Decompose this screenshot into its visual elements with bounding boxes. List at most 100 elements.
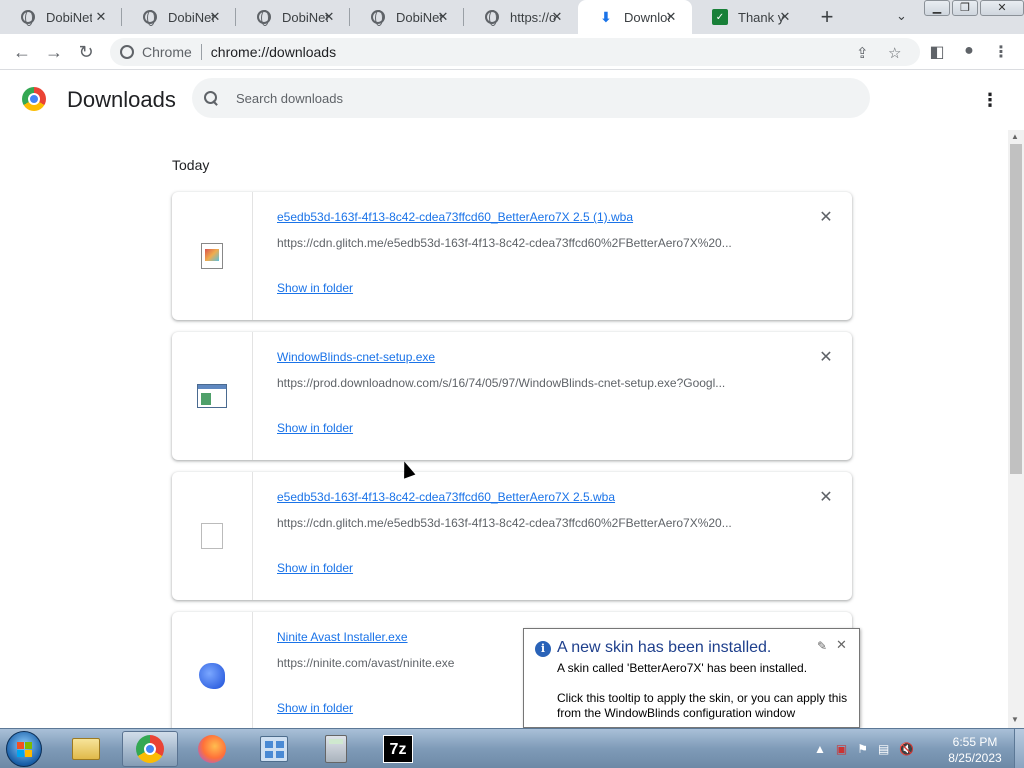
search-input[interactable] xyxy=(236,90,836,106)
show-hidden-icons-arrow-icon[interactable]: ▲ xyxy=(814,742,826,756)
firefox-icon xyxy=(198,735,226,763)
window-close-button[interactable]: ✕ xyxy=(980,0,1024,16)
download-item: e5edb53d-163f-4f13-8c42-cdea73ffcd60_Bet… xyxy=(172,472,852,600)
download-item: WindowBlinds-cnet-setup.exe https://prod… xyxy=(172,332,852,460)
chrome-icon xyxy=(136,735,164,763)
action-center-flag-icon[interactable]: ⚑ xyxy=(857,742,868,756)
system-tray: ▲ ▣ ⚑ ▤ 🔇 xyxy=(814,733,924,765)
file-name-link[interactable]: Ninite Avast Installer.exe xyxy=(277,630,408,644)
notification-text: Click this tooltip to apply the skin, or… xyxy=(557,691,848,705)
profile-avatar-icon[interactable]: ● xyxy=(959,42,979,60)
close-icon[interactable]: ✕ xyxy=(550,10,564,24)
volume-muted-icon[interactable]: 🔇 xyxy=(899,742,914,756)
share-icon[interactable]: ⇪ xyxy=(856,44,869,62)
clock-date: 8/25/2023 xyxy=(948,751,1002,765)
notification-text: from the WindowBlinds configuration wind… xyxy=(557,706,796,720)
source-url[interactable]: https://cdn.glitch.me/e5edb53d-163f-4f13… xyxy=(277,236,777,250)
forward-arrow-icon[interactable]: → xyxy=(44,42,64,62)
chrome-menu-icon[interactable]: ⋮ xyxy=(991,42,1011,62)
back-arrow-icon[interactable]: ← xyxy=(12,42,32,62)
globe-icon xyxy=(142,9,158,26)
source-url[interactable]: https://cdn.glitch.me/e5edb53d-163f-4f13… xyxy=(277,516,777,530)
tab-dobinet-3[interactable]: DobiNet ✕ xyxy=(236,0,350,34)
close-icon[interactable]: ✕ xyxy=(208,10,222,24)
globe-icon xyxy=(20,9,36,26)
close-icon[interactable]: ✕ xyxy=(778,10,792,24)
remove-from-list-icon[interactable]: ✕ xyxy=(816,488,836,508)
taskbar-firefox[interactable] xyxy=(184,731,240,767)
start-button[interactable] xyxy=(6,731,42,767)
page-title: Downloads xyxy=(67,87,176,112)
network-icon[interactable]: ▤ xyxy=(878,742,889,756)
file-icon-column xyxy=(172,612,253,728)
tab-https[interactable]: https://ol ✕ xyxy=(464,0,578,34)
file-name-link[interactable]: e5edb53d-163f-4f13-8c42-cdea73ffcd60_Bet… xyxy=(277,210,633,224)
globe-icon xyxy=(484,9,500,26)
pin-icon[interactable]: ✎ xyxy=(817,639,827,653)
site-info[interactable]: Chrome xyxy=(120,44,192,60)
close-icon[interactable]: ✕ xyxy=(836,637,847,653)
taskbar-control-panel[interactable] xyxy=(246,731,302,767)
globe-icon xyxy=(256,9,272,26)
close-icon[interactable]: ✕ xyxy=(94,10,108,24)
close-icon[interactable]: ✕ xyxy=(436,10,450,24)
source-url[interactable]: https://prod.downloadnow.com/s/16/74/05/… xyxy=(277,376,777,390)
tab-dobinet-1[interactable]: DobiNet ✕ xyxy=(0,0,122,34)
7zip-icon: 7z xyxy=(383,735,413,763)
skin-installed-notification[interactable]: i A new skin has been installed. A skin … xyxy=(523,628,860,728)
reload-icon[interactable]: ↻ xyxy=(76,42,96,62)
date-heading: Today xyxy=(172,157,210,173)
file-name-link[interactable]: e5edb53d-163f-4f13-8c42-cdea73ffcd60_Bet… xyxy=(277,490,615,504)
tab-downloads[interactable]: ⬇ Downloa ✕ xyxy=(578,0,692,34)
file-name-link[interactable]: WindowBlinds-cnet-setup.exe xyxy=(277,350,435,364)
chrome-logo-icon xyxy=(22,87,46,111)
remove-from-list-icon[interactable]: ✕ xyxy=(816,348,836,368)
address-bar[interactable]: Chrome chrome://downloads ⇪ ☆ xyxy=(110,38,920,66)
window-controls: ▁ ❐ ✕ xyxy=(922,0,1024,16)
new-tab-icon[interactable]: + xyxy=(816,6,838,28)
bookmark-star-icon[interactable]: ☆ xyxy=(888,44,901,62)
taskbar-file-explorer[interactable] xyxy=(58,731,114,767)
more-actions-icon[interactable]: ⋮ xyxy=(980,88,1000,112)
tab-search-chevron-icon[interactable]: ⌄ xyxy=(896,8,907,24)
close-icon[interactable]: ✕ xyxy=(664,10,678,24)
tab-strip: DobiNet ✕ DobiNet ✕ DobiNet ✕ DobiNet ✕ … xyxy=(0,0,1024,34)
scroll-up-arrow-icon[interactable]: ▲ xyxy=(1011,132,1019,141)
tab-thank-you[interactable]: ✓ Thank yo ✕ xyxy=(692,0,806,34)
clock-time: 6:55 PM xyxy=(952,735,998,749)
side-panel-icon[interactable]: ◧ xyxy=(927,42,947,62)
show-in-folder-link[interactable]: Show in folder xyxy=(277,561,353,575)
spreadsheet-icon: ✓ xyxy=(712,9,728,25)
windowblinds-tray-icon[interactable]: ▣ xyxy=(836,742,847,756)
search-icon[interactable] xyxy=(204,91,218,105)
site-label: Chrome xyxy=(142,44,192,60)
url-text[interactable]: chrome://downloads xyxy=(211,44,336,60)
show-desktop-button[interactable] xyxy=(1014,729,1024,768)
search-downloads-box[interactable] xyxy=(192,78,870,118)
page-scrollbar[interactable]: ▲ ▼ xyxy=(1008,130,1024,728)
calculator-icon xyxy=(325,735,347,763)
tab-dobinet-2[interactable]: DobiNet ✕ xyxy=(122,0,236,34)
remove-from-list-icon[interactable]: ✕ xyxy=(816,208,836,228)
download-icon: ⬇ xyxy=(600,8,612,25)
taskbar-7zip[interactable]: 7z xyxy=(370,731,426,767)
omnibox-divider xyxy=(200,44,202,60)
taskbar-calculator[interactable] xyxy=(308,731,364,767)
file-icon-column xyxy=(172,332,253,460)
system-clock[interactable]: 6:55 PM 8/25/2023 xyxy=(940,734,1010,766)
control-panel-icon xyxy=(260,736,288,762)
tab-dobinet-4[interactable]: DobiNet ✕ xyxy=(350,0,464,34)
show-in-folder-link[interactable]: Show in folder xyxy=(277,281,353,295)
minimize-button[interactable]: ▁ xyxy=(924,0,950,16)
file-icon-column xyxy=(172,472,253,600)
wba-file-icon xyxy=(201,243,223,269)
blank-file-icon xyxy=(201,523,223,549)
scrollbar-thumb[interactable] xyxy=(1010,144,1022,474)
scroll-down-arrow-icon[interactable]: ▼ xyxy=(1011,715,1019,724)
close-icon[interactable]: ✕ xyxy=(322,10,336,24)
info-icon: i xyxy=(535,641,551,657)
restore-button[interactable]: ❐ xyxy=(952,0,978,16)
taskbar-chrome[interactable] xyxy=(122,731,178,767)
show-in-folder-link[interactable]: Show in folder xyxy=(277,701,353,715)
show-in-folder-link[interactable]: Show in folder xyxy=(277,421,353,435)
